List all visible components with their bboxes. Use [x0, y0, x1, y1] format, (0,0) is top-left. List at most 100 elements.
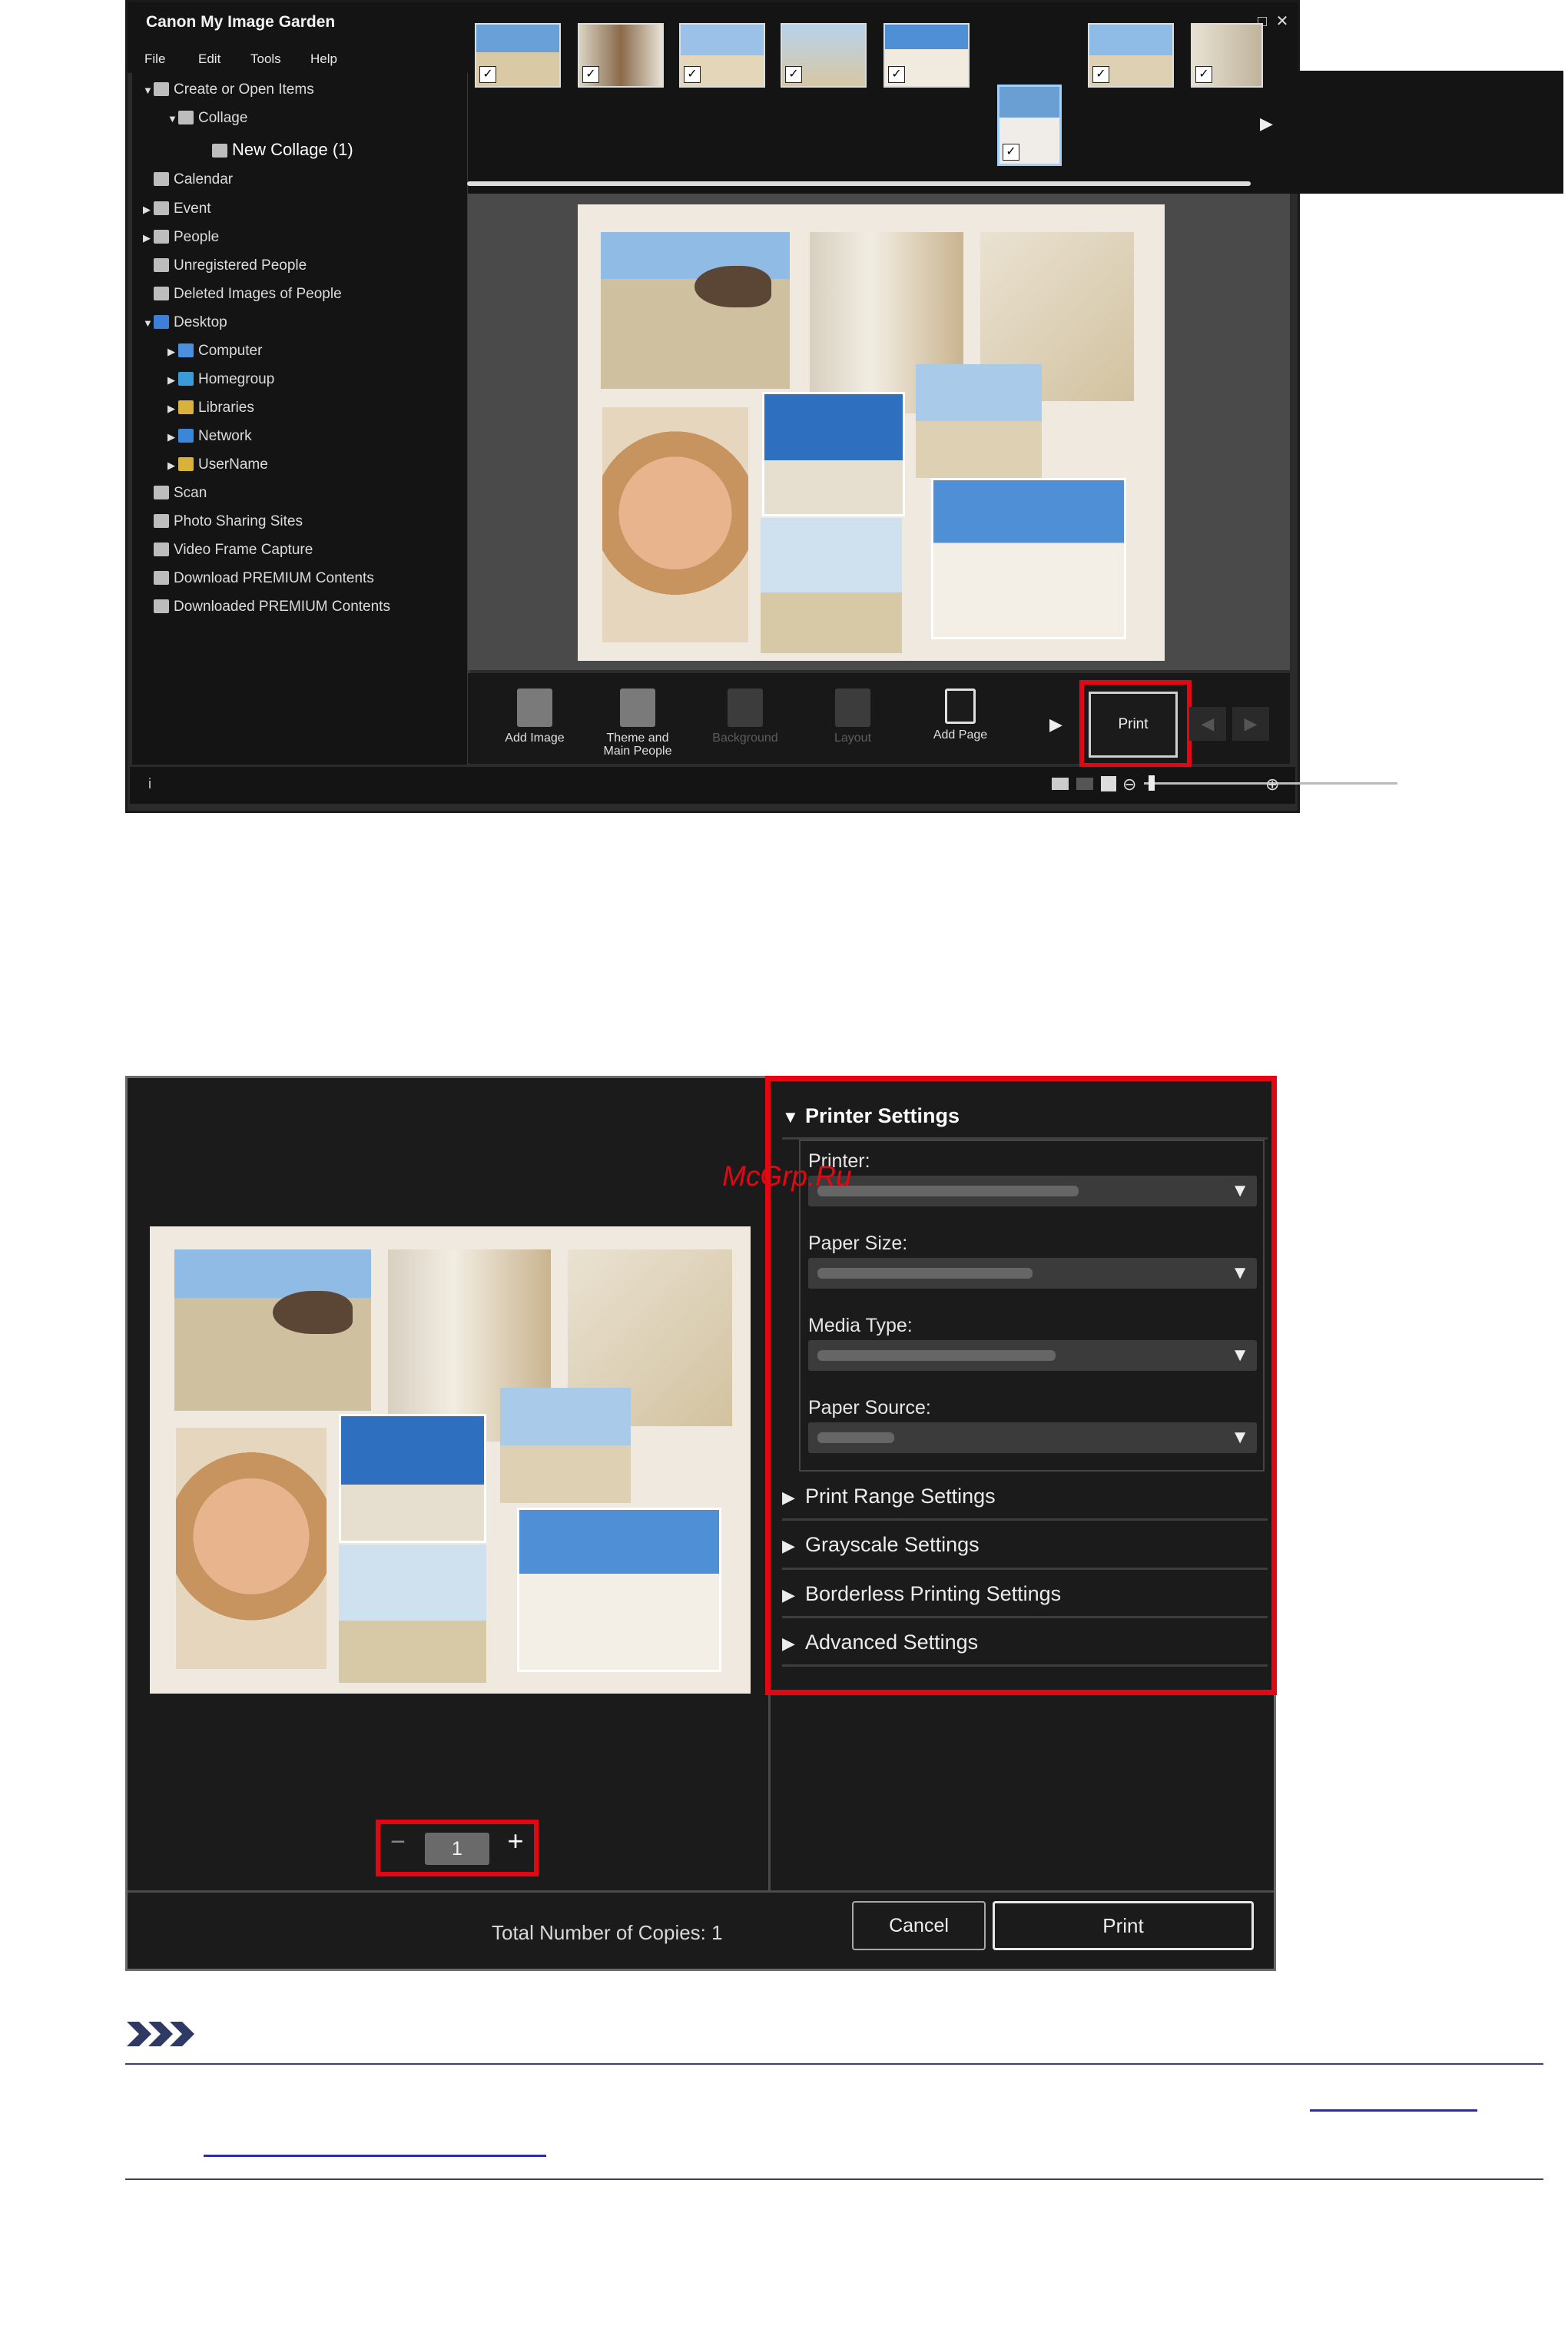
toolbar-more-icon[interactable]: ▶	[1049, 715, 1062, 735]
expand-arrow-icon[interactable]: ▼	[143, 85, 154, 96]
status-bar: i ⊖ ⊕	[130, 767, 1397, 804]
sidebar-item-download-premium[interactable]: Download PREMIUM Contents	[154, 570, 374, 587]
checkbox-checked-icon[interactable]: ✓	[1003, 144, 1019, 161]
sidebar-item-calendar[interactable]: Calendar	[154, 171, 233, 188]
layout-icon	[835, 689, 870, 727]
thumbnail[interactable]: ✓	[679, 23, 765, 88]
sidebar-item-libraries[interactable]: ▶ Libraries	[167, 400, 254, 416]
sidebar-item-computer[interactable]: ▶ Computer	[167, 343, 262, 360]
zoom-out-icon[interactable]: ⊖	[1122, 775, 1136, 795]
thumbnail[interactable]: ✓	[781, 23, 867, 88]
zoom-slider-thumb[interactable]	[1149, 775, 1155, 791]
expand-arrow-icon[interactable]: ▼	[143, 317, 154, 329]
prev-page-icon[interactable]: ◀	[1189, 707, 1226, 741]
background-button[interactable]: Background	[699, 689, 791, 745]
sidebar-item-network[interactable]: ▶ Network	[167, 428, 252, 445]
calendar-icon	[154, 172, 169, 186]
menu-file[interactable]: File	[144, 51, 165, 67]
photo-city-beach	[762, 392, 905, 516]
view-mode-icon[interactable]	[1052, 778, 1069, 790]
sidebar-item-new-collage[interactable]: New Collage (1)	[212, 140, 353, 160]
deleted-people-icon	[154, 287, 169, 300]
sidebar-item-scan[interactable]: Scan	[154, 485, 207, 502]
checkbox-checked-icon[interactable]: ✓	[582, 66, 599, 83]
photo-beach-walk	[339, 1545, 486, 1683]
collage-preview[interactable]	[578, 204, 1165, 661]
collapse-arrow-icon[interactable]: ▶	[167, 431, 178, 443]
user-folder-icon	[178, 457, 194, 471]
sidebar-item-video-frame-capture[interactable]: Video Frame Capture	[154, 542, 313, 559]
next-page-icon[interactable]: ▶	[1232, 707, 1269, 741]
checkbox-checked-icon[interactable]: ✓	[888, 66, 905, 83]
theme-people-icon	[620, 689, 655, 727]
thumbnail-selected[interactable]: ✓	[997, 85, 1062, 166]
add-page-icon	[945, 689, 976, 724]
sidebar-item-desktop[interactable]: ▼ Desktop	[143, 314, 227, 331]
sidebar-item-deleted-people[interactable]: Deleted Images of People	[154, 286, 342, 303]
scroll-right-icon[interactable]: ▶	[1260, 114, 1273, 134]
collapse-arrow-icon[interactable]: ▶	[143, 232, 154, 244]
note-link[interactable]	[204, 2155, 546, 2157]
scan-icon	[154, 486, 169, 499]
print-dialog-button[interactable]: Print	[993, 1901, 1254, 1950]
thumbnail[interactable]: ✓	[1088, 23, 1174, 88]
collapse-arrow-icon[interactable]: ▶	[167, 374, 178, 387]
checkbox-checked-icon[interactable]: ✓	[1195, 66, 1212, 83]
layout-button[interactable]: Layout	[807, 689, 899, 745]
photo-smiling-girl	[176, 1428, 327, 1669]
thumbnail-scrollbar[interactable]	[467, 181, 1251, 186]
thumbnail[interactable]: ✓	[1191, 23, 1263, 88]
close-button[interactable]: ✕	[1272, 12, 1292, 32]
libraries-icon	[178, 400, 194, 414]
checkbox-checked-icon[interactable]: ✓	[1092, 66, 1109, 83]
photo-sea-lion	[601, 232, 790, 389]
sidebar-item-photo-sharing[interactable]: Photo Sharing Sites	[154, 513, 303, 530]
window-title: Canon My Image Garden	[146, 13, 336, 31]
checkbox-checked-icon[interactable]: ✓	[785, 66, 802, 83]
sidebar-item-homegroup[interactable]: ▶ Homegroup	[167, 371, 274, 388]
sidebar-item-collage[interactable]: ▼ Collage	[167, 110, 247, 127]
fit-page-icon[interactable]	[1101, 776, 1116, 791]
theme-main-people-button[interactable]: Theme and Main People	[592, 689, 684, 758]
sidebar-item-event[interactable]: ▶ Event	[143, 201, 211, 217]
collage-icon	[178, 111, 194, 124]
collage-item-icon	[212, 144, 227, 158]
total-copies: Total Number of Copies: 1	[492, 1921, 723, 1944]
view-mode-alt-icon[interactable]	[1076, 778, 1093, 790]
menu-edit[interactable]: Edit	[198, 51, 220, 67]
note-link[interactable]	[1310, 2109, 1477, 2112]
sidebar-item-username[interactable]: ▶ UserName	[167, 456, 268, 473]
print-button-highlight	[1079, 680, 1192, 768]
menu-tools[interactable]: Tools	[250, 51, 281, 67]
homegroup-icon	[178, 372, 194, 386]
expand-arrow-icon[interactable]: ▼	[167, 113, 178, 124]
info-icon[interactable]: i	[148, 776, 151, 792]
add-image-button[interactable]: Add Image	[489, 689, 581, 745]
add-image-icon	[517, 689, 552, 727]
menu-help[interactable]: Help	[310, 51, 337, 67]
sidebar-item-unregistered-people[interactable]: Unregistered People	[154, 257, 307, 274]
note-bottom-rule	[125, 2178, 1543, 2180]
collapse-arrow-icon[interactable]: ▶	[167, 346, 178, 358]
thumbnail[interactable]: ✓	[883, 23, 970, 88]
collapse-arrow-icon[interactable]: ▶	[143, 204, 154, 216]
collapse-arrow-icon[interactable]: ▶	[167, 403, 178, 415]
unregistered-people-icon	[154, 258, 169, 272]
sidebar-item-people[interactable]: ▶ People	[143, 229, 219, 246]
download-icon	[154, 571, 169, 585]
video-frame-icon	[154, 543, 169, 556]
checkbox-checked-icon[interactable]: ✓	[684, 66, 701, 83]
sidebar-item-create-open[interactable]: ▼ Create or Open Items	[143, 81, 314, 98]
sidebar-item-downloaded-premium[interactable]: Downloaded PREMIUM Contents	[154, 599, 390, 616]
photo-sharing-icon	[154, 514, 169, 528]
thumbnail[interactable]: ✓	[475, 23, 561, 88]
add-page-button[interactable]: Add Page	[914, 689, 1006, 742]
checkbox-checked-icon[interactable]: ✓	[479, 66, 496, 83]
photo-family	[931, 478, 1126, 639]
thumbnail[interactable]: ✓	[578, 23, 664, 88]
cancel-button[interactable]: Cancel	[852, 1901, 986, 1950]
photo-family	[517, 1508, 721, 1672]
collapse-arrow-icon[interactable]: ▶	[167, 460, 178, 472]
zoom-in-icon[interactable]: ⊕	[1265, 775, 1279, 795]
print-preview	[150, 1226, 751, 1694]
